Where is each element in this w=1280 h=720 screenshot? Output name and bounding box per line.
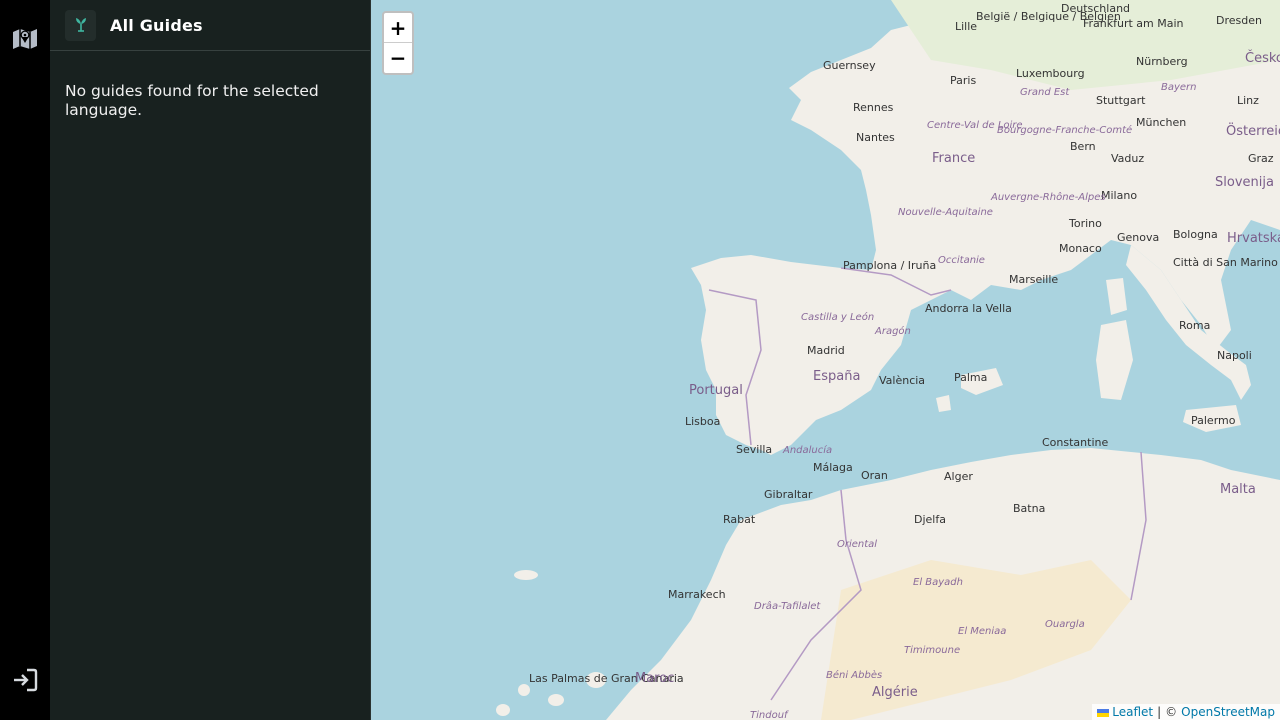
label-luxembourg: Luxembourg: [1016, 67, 1085, 80]
land-corsica: [1106, 278, 1127, 315]
label-bayern: Bayern: [1161, 82, 1197, 93]
label-djelfa: Djelfa: [914, 513, 946, 526]
label-ouargla: Ouargla: [1045, 619, 1085, 630]
label-vaduz: Vaduz: [1111, 152, 1144, 165]
label-oriental: Oriental: [837, 539, 877, 550]
label-maroc: Maroc: [635, 671, 674, 686]
label-rennes: Rennes: [853, 101, 894, 114]
guides-panel: All Guides No guides found for the selec…: [50, 0, 371, 720]
label-tindouf: Tindouf: [750, 710, 789, 720]
label-portugal: Portugal: [689, 383, 743, 398]
label-pamplona: Pamplona / Iruña: [843, 259, 936, 272]
copyright-symbol: ©: [1165, 705, 1178, 719]
label-stuttgart: Stuttgart: [1096, 94, 1146, 107]
label-graz: Graz: [1248, 152, 1274, 165]
label-guernsey: Guernsey: [823, 59, 876, 72]
attribution-separator: |: [1157, 705, 1162, 719]
label-napoli: Napoli: [1217, 349, 1252, 362]
label-muenchen: München: [1136, 116, 1186, 129]
label-malta: Malta: [1220, 482, 1256, 497]
label-palma: Palma: [954, 371, 987, 384]
empty-state-message: No guides found for the selected languag…: [65, 82, 319, 119]
leaflet-label: Leaflet: [1112, 705, 1154, 719]
label-bourgogne: Bourgogne-Franche-Comté: [997, 124, 1132, 136]
label-espana: España: [813, 369, 860, 384]
label-hrvatska: Hrvatska: [1227, 231, 1280, 246]
zoom-in-button[interactable]: +: [384, 13, 412, 43]
label-linz: Linz: [1237, 94, 1259, 107]
icon-rail: [0, 0, 50, 720]
label-monaco: Monaco: [1059, 242, 1102, 255]
label-milano: Milano: [1101, 189, 1137, 202]
label-paris: Paris: [950, 74, 976, 87]
label-dresden: Dresden: [1216, 14, 1262, 27]
label-nurnberg: Nürnberg: [1136, 55, 1188, 68]
label-el-meniaa: El Meniaa: [958, 626, 1006, 637]
label-rabat: Rabat: [723, 513, 756, 526]
land-sardinia: [1096, 320, 1133, 400]
label-bern: Bern: [1070, 140, 1096, 153]
land-canary-3: [518, 684, 530, 696]
label-san-marino: Città di San Marino: [1173, 256, 1278, 269]
label-alger: Alger: [944, 470, 973, 483]
panel-header: All Guides: [50, 0, 370, 51]
map-view[interactable]: Deutschland België / Belgique / Belgien …: [371, 0, 1280, 720]
label-timimoune: Timimoune: [904, 645, 960, 656]
label-aragon: Aragón: [874, 325, 911, 337]
label-malaga: Málaga: [813, 461, 853, 474]
label-cesko: Česko: [1245, 50, 1280, 66]
label-sevilla: Sevilla: [736, 443, 772, 456]
label-france: France: [932, 151, 975, 166]
label-batna: Batna: [1013, 502, 1045, 515]
label-andorra: Andorra la Vella: [925, 302, 1012, 315]
land-canary-4: [496, 704, 510, 716]
page-title: All Guides: [110, 15, 203, 35]
plant-logo-icon: [65, 9, 96, 41]
label-algerie: Algérie: [872, 685, 918, 700]
login-icon[interactable]: [12, 667, 38, 693]
label-lille: Lille: [955, 20, 977, 33]
label-lisboa: Lisboa: [685, 415, 720, 428]
label-beni-abbes: Béni Abbès: [826, 669, 882, 681]
label-bologna: Bologna: [1173, 228, 1218, 241]
label-andalucia: Andalucía: [782, 444, 832, 456]
label-auvergne: Auvergne-Rhône-Alpes: [990, 191, 1106, 203]
label-occitanie: Occitanie: [938, 255, 985, 266]
label-nouvelle-aquitaine: Nouvelle-Aquitaine: [898, 207, 993, 218]
label-madrid: Madrid: [807, 344, 845, 357]
label-roma: Roma: [1179, 319, 1210, 332]
label-constantine: Constantine: [1042, 436, 1108, 449]
map-icon[interactable]: [11, 24, 39, 52]
land-madeira: [514, 570, 538, 580]
label-marseille: Marseille: [1009, 273, 1058, 286]
label-genova: Genova: [1117, 231, 1159, 244]
basemap-tiles[interactable]: Deutschland België / Belgique / Belgien …: [371, 0, 1280, 720]
label-frankfurt: Frankfurt am Main: [1083, 17, 1184, 30]
land-canary-2: [548, 694, 564, 706]
leaflet-link[interactable]: Leaflet: [1097, 705, 1153, 719]
label-gibraltar: Gibraltar: [764, 488, 813, 501]
map-attribution: Leaflet | © OpenStreetMap: [1092, 704, 1280, 720]
label-oesterreich: Österreich: [1226, 122, 1280, 139]
ukraine-flag-icon: [1097, 708, 1110, 717]
label-nantes: Nantes: [856, 131, 895, 144]
zoom-control: + −: [382, 11, 414, 75]
label-valencia: València: [879, 374, 925, 387]
label-oran: Oran: [861, 469, 888, 482]
label-torino: Torino: [1068, 217, 1102, 230]
label-marrakech: Marrakech: [668, 588, 726, 601]
label-el-bayadh: El Bayadh: [913, 577, 963, 588]
label-palermo: Palermo: [1191, 414, 1236, 427]
zoom-out-button[interactable]: −: [384, 43, 412, 73]
land-menorca: [936, 395, 951, 412]
label-grand-est: Grand Est: [1020, 87, 1070, 98]
label-slovenija: Slovenija: [1215, 175, 1274, 190]
osm-link[interactable]: OpenStreetMap: [1181, 705, 1275, 719]
label-draa: Drâa-Tafilalet: [754, 600, 821, 612]
label-castilla: Castilla y León: [801, 311, 874, 323]
